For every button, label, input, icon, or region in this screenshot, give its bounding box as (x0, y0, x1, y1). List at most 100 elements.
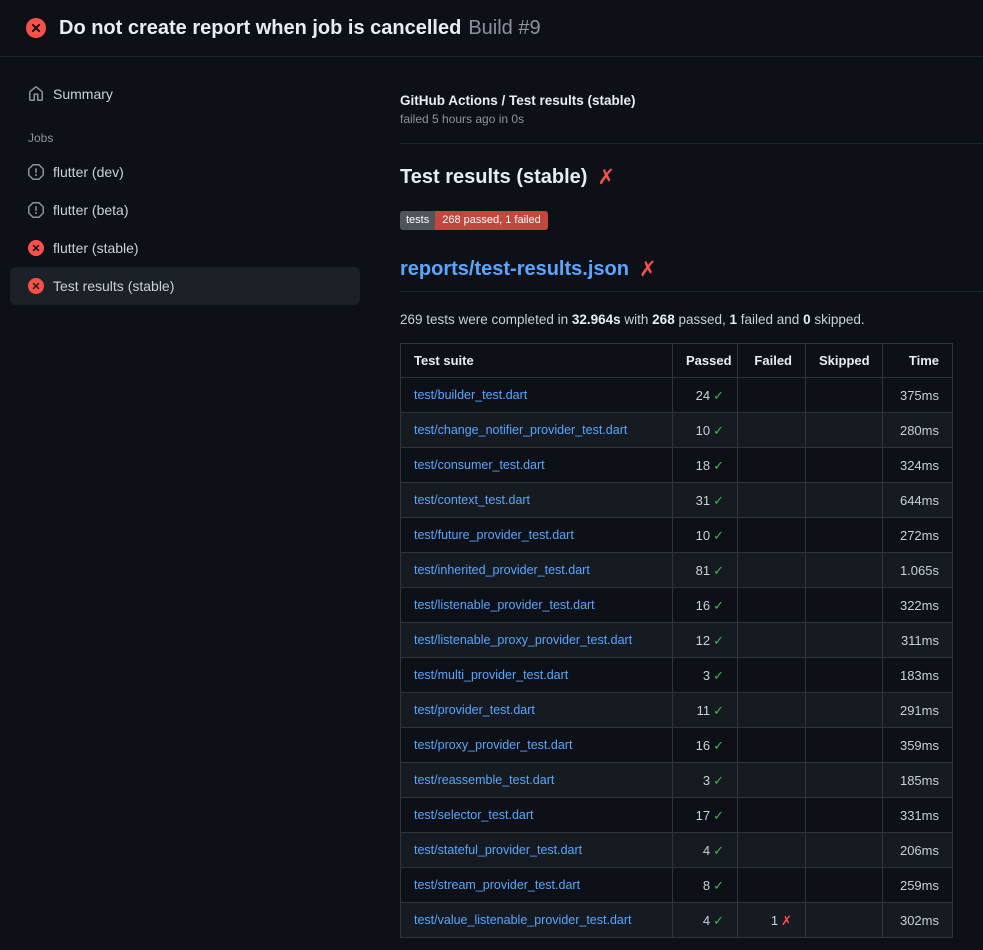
build-number: Build #9 (468, 17, 540, 39)
report-head: reports/test-results.json ✗ (400, 258, 983, 292)
test-suite-link[interactable]: test/listenable_provider_test.dart (414, 598, 595, 612)
suite-cell: test/change_notifier_provider_test.dart (401, 413, 673, 448)
skipped-cell (806, 483, 883, 518)
passed-cell: 3✓ (673, 763, 738, 798)
failed-cell (738, 763, 806, 798)
suite-cell: test/builder_test.dart (401, 378, 673, 413)
passed-cell: 11✓ (673, 693, 738, 728)
sidebar-item-flutter-beta[interactable]: flutter (beta) (10, 191, 360, 229)
run-title: Do not create report when job is cancell… (59, 17, 461, 39)
col-header-test-suite: Test suite (401, 344, 673, 378)
table-row: test/provider_test.dart11✓291ms (401, 693, 953, 728)
test-suite-link[interactable]: test/multi_provider_test.dart (414, 668, 568, 682)
check-icon: ✓ (713, 843, 724, 858)
table-row: test/listenable_provider_test.dart16✓322… (401, 588, 953, 623)
passed-count: 17 (696, 808, 710, 823)
passed-cell: 4✓ (673, 903, 738, 938)
test-suite-link[interactable]: test/value_listenable_provider_test.dart (414, 913, 632, 927)
sidebar-item-label: flutter (dev) (53, 164, 124, 180)
test-suite-link[interactable]: test/stream_provider_test.dart (414, 878, 580, 892)
test-suite-link[interactable]: test/reassemble_test.dart (414, 773, 554, 787)
failed-cell: 1✗ (738, 903, 806, 938)
failed-cell (738, 378, 806, 413)
check-icon: ✓ (713, 388, 724, 403)
table-row: test/builder_test.dart24✓375ms (401, 378, 953, 413)
report-link[interactable]: reports/test-results.json (400, 258, 629, 281)
failed-cell (738, 448, 806, 483)
check-icon: ✓ (713, 808, 724, 823)
time-cell: 272ms (883, 518, 953, 553)
check-icon: ✓ (713, 703, 724, 718)
table-row: test/stream_provider_test.dart8✓259ms (401, 868, 953, 903)
col-header-time: Time (883, 344, 953, 378)
test-suite-link[interactable]: test/builder_test.dart (414, 388, 527, 402)
failed-cell (738, 413, 806, 448)
section-title: Test results (stable) (400, 166, 587, 189)
suite-cell: test/listenable_provider_test.dart (401, 588, 673, 623)
time-cell: 375ms (883, 378, 953, 413)
passed-cell: 4✓ (673, 833, 738, 868)
skipped-cell (806, 623, 883, 658)
divider (400, 143, 983, 144)
sidebar-item-label: flutter (beta) (53, 202, 128, 218)
table-row: test/inherited_provider_test.dart81✓1.06… (401, 553, 953, 588)
header: Do not create report when job is cancell… (0, 0, 983, 57)
passed-cell: 8✓ (673, 868, 738, 903)
passed-cell: 81✓ (673, 553, 738, 588)
passed-cell: 3✓ (673, 658, 738, 693)
test-suite-link[interactable]: test/selector_test.dart (414, 808, 534, 822)
test-suite-link[interactable]: test/proxy_provider_test.dart (414, 738, 572, 752)
passed-count: 10 (696, 528, 710, 543)
passed-count: 12 (696, 633, 710, 648)
skipped-cell (806, 798, 883, 833)
check-icon: ✓ (713, 878, 724, 893)
failed-cell (738, 693, 806, 728)
passed-count: 4 (703, 843, 710, 858)
time-cell: 206ms (883, 833, 953, 868)
skipped-cell (806, 378, 883, 413)
sidebar-item-flutter-stable[interactable]: flutter (stable) (10, 229, 360, 267)
test-suite-link[interactable]: test/stateful_provider_test.dart (414, 843, 582, 857)
suite-cell: test/multi_provider_test.dart (401, 658, 673, 693)
sidebar-item-flutter-dev[interactable]: flutter (dev) (10, 153, 360, 191)
page-title: Do not create report when job is cancell… (59, 17, 541, 40)
table-row: test/value_listenable_provider_test.dart… (401, 903, 953, 938)
x-circle-icon (26, 18, 46, 38)
table-row: test/proxy_provider_test.dart16✓359ms (401, 728, 953, 763)
sidebar-item-test-results-stable[interactable]: Test results (stable) (10, 267, 360, 305)
test-suite-link[interactable]: test/context_test.dart (414, 493, 530, 507)
passed-cell: 16✓ (673, 728, 738, 763)
skipped-cell (806, 693, 883, 728)
test-suite-link[interactable]: test/future_provider_test.dart (414, 528, 574, 542)
failed-cell (738, 553, 806, 588)
suite-cell: test/future_provider_test.dart (401, 518, 673, 553)
passed-count: 81 (696, 563, 710, 578)
check-icon: ✓ (713, 598, 724, 613)
skipped-cell (806, 553, 883, 588)
failed-x-icon: ✗ (639, 259, 657, 280)
test-suite-link[interactable]: test/listenable_proxy_provider_test.dart (414, 633, 632, 647)
test-suite-link[interactable]: test/consumer_test.dart (414, 458, 545, 472)
time-cell: 183ms (883, 658, 953, 693)
failed-cell (738, 658, 806, 693)
suite-cell: test/proxy_provider_test.dart (401, 728, 673, 763)
skipped-cell (806, 903, 883, 938)
x-circle-icon (28, 278, 44, 294)
table-row: test/selector_test.dart17✓331ms (401, 798, 953, 833)
check-icon: ✓ (713, 913, 724, 928)
sidebar-item-summary[interactable]: Summary (10, 75, 360, 113)
test-suite-link[interactable]: test/provider_test.dart (414, 703, 535, 717)
skipped-cell (806, 588, 883, 623)
passed-cell: 12✓ (673, 623, 738, 658)
table-row: test/multi_provider_test.dart 3✓ 183ms (401, 658, 953, 693)
check-icon: ✓ (713, 563, 724, 578)
check-icon: ✓ (713, 458, 724, 473)
suite-cell: test/inherited_provider_test.dart (401, 553, 673, 588)
test-suite-link[interactable]: test/change_notifier_provider_test.dart (414, 423, 627, 437)
col-header-failed: Failed (738, 344, 806, 378)
jobs-list: flutter (dev) flutter (beta) flutter (stab… (0, 153, 370, 305)
test-suite-link[interactable]: test/inherited_provider_test.dart (414, 563, 590, 577)
home-icon (28, 86, 44, 102)
passed-count: 31 (696, 493, 710, 508)
failed-cell (738, 588, 806, 623)
